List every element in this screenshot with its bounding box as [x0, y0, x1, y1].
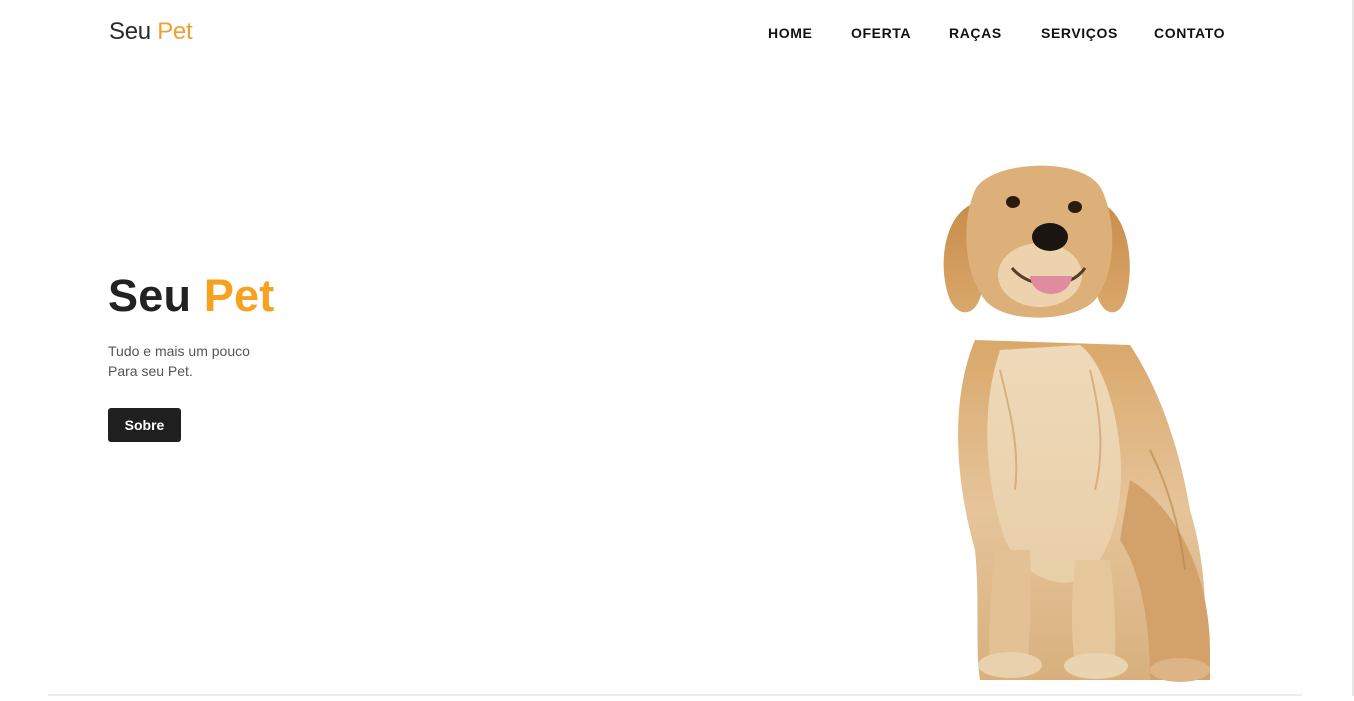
site-header: Seu Pet HOME OFERTA RAÇAS SERVIÇOS CONTA… [0, 0, 1354, 66]
nav-racas[interactable]: RAÇAS [949, 25, 1002, 41]
dog-image [880, 150, 1280, 696]
sobre-button[interactable]: Sobre [108, 408, 181, 442]
main-nav: HOME OFERTA RAÇAS SERVIÇOS CONTATO [0, 25, 1354, 45]
hero-line-1: Tudo e mais um pouco [108, 343, 250, 359]
hero-line-2: Para seu Pet. [108, 363, 193, 379]
nav-oferta[interactable]: OFERTA [851, 25, 911, 41]
hero-title: Seu Pet [108, 270, 274, 322]
hero-title-part2: Pet [203, 270, 275, 321]
hero-title-part1: Seu [108, 270, 192, 321]
hero-description: Tudo e mais um pouco Para seu Pet. [108, 341, 250, 381]
nav-servicos[interactable]: SERVIÇOS [1041, 25, 1118, 41]
nav-home[interactable]: HOME [768, 25, 812, 41]
golden-retriever-icon [943, 165, 1210, 682]
nav-contato[interactable]: CONTATO [1154, 25, 1225, 41]
